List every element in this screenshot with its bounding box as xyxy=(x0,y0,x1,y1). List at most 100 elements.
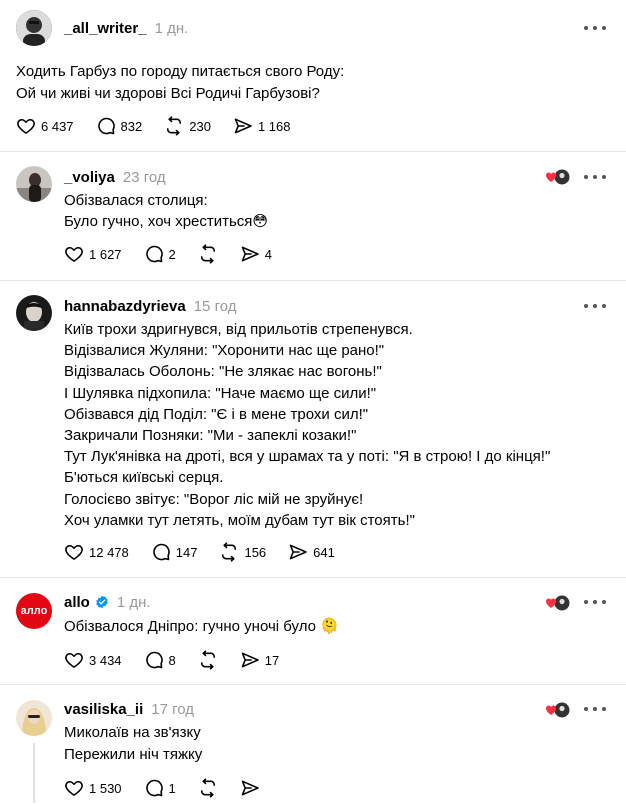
share-icon xyxy=(240,778,260,798)
repost-count: 156 xyxy=(244,544,267,560)
repost-button[interactable]: 230 xyxy=(164,116,211,136)
post-actions: 1 530 1 xyxy=(64,778,282,798)
post-text: Миколаїв на зв'язку Пережили ніч тяжку xyxy=(64,724,203,763)
share-icon xyxy=(240,244,260,264)
like-count: 3 434 xyxy=(89,652,122,668)
post-header: hannabazdyrieva 15 год xyxy=(64,296,236,316)
avatar[interactable] xyxy=(16,295,52,331)
share-button[interactable]: 1 168 xyxy=(233,116,291,136)
comment-icon xyxy=(144,778,164,798)
share-count: 17 xyxy=(264,652,280,668)
username[interactable]: vasiliska_ii xyxy=(64,701,143,718)
post-header: allo 1 дн. xyxy=(64,592,151,612)
repost-icon xyxy=(198,650,218,670)
repost-icon xyxy=(219,542,239,562)
avatar[interactable]: алло xyxy=(16,593,52,629)
reply-count: 2 xyxy=(168,246,176,262)
post-5: vasiliska_ii 17 год Миколаїв на зв'язку … xyxy=(0,685,626,804)
comment-icon xyxy=(144,244,164,264)
reply-count: 8 xyxy=(168,652,176,668)
reply-button[interactable]: 147 xyxy=(151,542,198,562)
like-button[interactable]: 3 434 xyxy=(64,650,122,670)
username[interactable]: allo xyxy=(64,594,90,611)
share-icon xyxy=(288,542,308,562)
timestamp[interactable]: 17 год xyxy=(151,701,194,718)
avatar[interactable] xyxy=(16,166,52,202)
post-actions: 1 627 2 4 xyxy=(64,244,294,264)
reply-button[interactable]: 8 xyxy=(144,650,176,670)
share-count: 641 xyxy=(313,544,335,560)
timestamp[interactable]: 1 дн. xyxy=(117,594,151,611)
post-actions: 3 434 8 17 xyxy=(64,650,301,670)
verified-icon xyxy=(96,595,108,609)
post-text: Київ трохи здригнувся, від прильотів стр… xyxy=(64,321,551,529)
like-count: 6 437 xyxy=(41,118,74,134)
post-1: _all_writer_ 1 дн. Ходить Гарбуз по горо… xyxy=(0,0,626,152)
repost-button[interactable] xyxy=(198,650,218,670)
post-text: Обізвалося Дніпро: гучно уночі було 🫠 xyxy=(64,618,339,635)
post-header: _all_writer_ 1 дн. xyxy=(64,18,188,38)
username[interactable]: hannabazdyrieva xyxy=(64,298,186,315)
reply-count: 832 xyxy=(120,118,143,134)
share-count: 4 xyxy=(264,246,273,262)
repost-count: 230 xyxy=(189,118,211,134)
share-button[interactable]: 641 xyxy=(288,542,335,562)
avatar[interactable] xyxy=(16,700,52,736)
liked-by-author-icon xyxy=(546,169,570,185)
repost-button[interactable] xyxy=(198,244,218,264)
heart-icon xyxy=(64,650,84,670)
repost-button[interactable] xyxy=(198,778,218,798)
heart-icon xyxy=(64,542,84,562)
post-actions: 12 478 147 156 641 xyxy=(64,542,357,562)
more-icon[interactable] xyxy=(584,592,606,612)
reply-count: 147 xyxy=(175,544,198,560)
reply-button[interactable]: 832 xyxy=(96,116,143,136)
heart-icon xyxy=(64,244,84,264)
repost-icon xyxy=(198,778,218,798)
username[interactable]: _all_writer_ xyxy=(64,20,147,37)
post-text: Обізвалася столиця: Було гучно, хоч хрес… xyxy=(64,192,269,230)
reply-count: 1 xyxy=(168,780,176,796)
heart-icon xyxy=(64,778,84,798)
share-icon xyxy=(233,116,253,136)
liked-by-author-icon xyxy=(546,702,570,718)
repost-icon xyxy=(198,244,218,264)
liked-by-author-icon xyxy=(546,595,570,611)
post-header: vasiliska_ii 17 год xyxy=(64,699,194,719)
share-button[interactable]: 4 xyxy=(240,244,272,264)
comment-icon xyxy=(96,116,116,136)
comment-icon xyxy=(144,650,164,670)
avatar-logo-text: алло xyxy=(20,605,48,617)
username[interactable]: _voliya xyxy=(64,169,115,186)
timestamp[interactable]: 15 год xyxy=(194,298,237,315)
post-2: _voliya 23 год Обізвалася столиця: Було … xyxy=(0,152,626,281)
post-actions: 6 437 832 230 1 168 xyxy=(16,116,313,136)
like-button[interactable]: 1 530 xyxy=(64,778,122,798)
repost-icon xyxy=(164,116,184,136)
timestamp[interactable]: 1 дн. xyxy=(155,20,189,37)
avatar[interactable] xyxy=(16,10,52,46)
comment-icon xyxy=(151,542,171,562)
like-button[interactable]: 6 437 xyxy=(16,116,74,136)
post-header: _voliya 23 год xyxy=(64,167,166,187)
timestamp[interactable]: 23 год xyxy=(123,169,166,186)
share-button[interactable]: 17 xyxy=(240,650,279,670)
share-count: 1 168 xyxy=(257,118,291,134)
share-button[interactable] xyxy=(240,778,260,798)
more-icon[interactable] xyxy=(584,18,606,38)
post-4: алло allo 1 дн. Обізвалося Дніпро: гучно… xyxy=(0,578,626,685)
post-3: hannabazdyrieva 15 год Київ трохи здригн… xyxy=(0,281,626,578)
more-icon[interactable] xyxy=(584,167,606,187)
post-text: Ходить Гарбуз по городу питається свого … xyxy=(16,63,345,102)
reply-button[interactable]: 2 xyxy=(144,244,176,264)
like-count: 12 478 xyxy=(89,544,129,560)
repost-button[interactable]: 156 xyxy=(219,542,266,562)
more-icon[interactable] xyxy=(584,296,606,316)
like-count: 1 530 xyxy=(89,780,122,796)
thread-line xyxy=(33,743,35,803)
reply-button[interactable]: 1 xyxy=(144,778,176,798)
like-button[interactable]: 12 478 xyxy=(64,542,129,562)
like-button[interactable]: 1 627 xyxy=(64,244,122,264)
like-count: 1 627 xyxy=(89,246,122,262)
more-icon[interactable] xyxy=(584,699,606,719)
